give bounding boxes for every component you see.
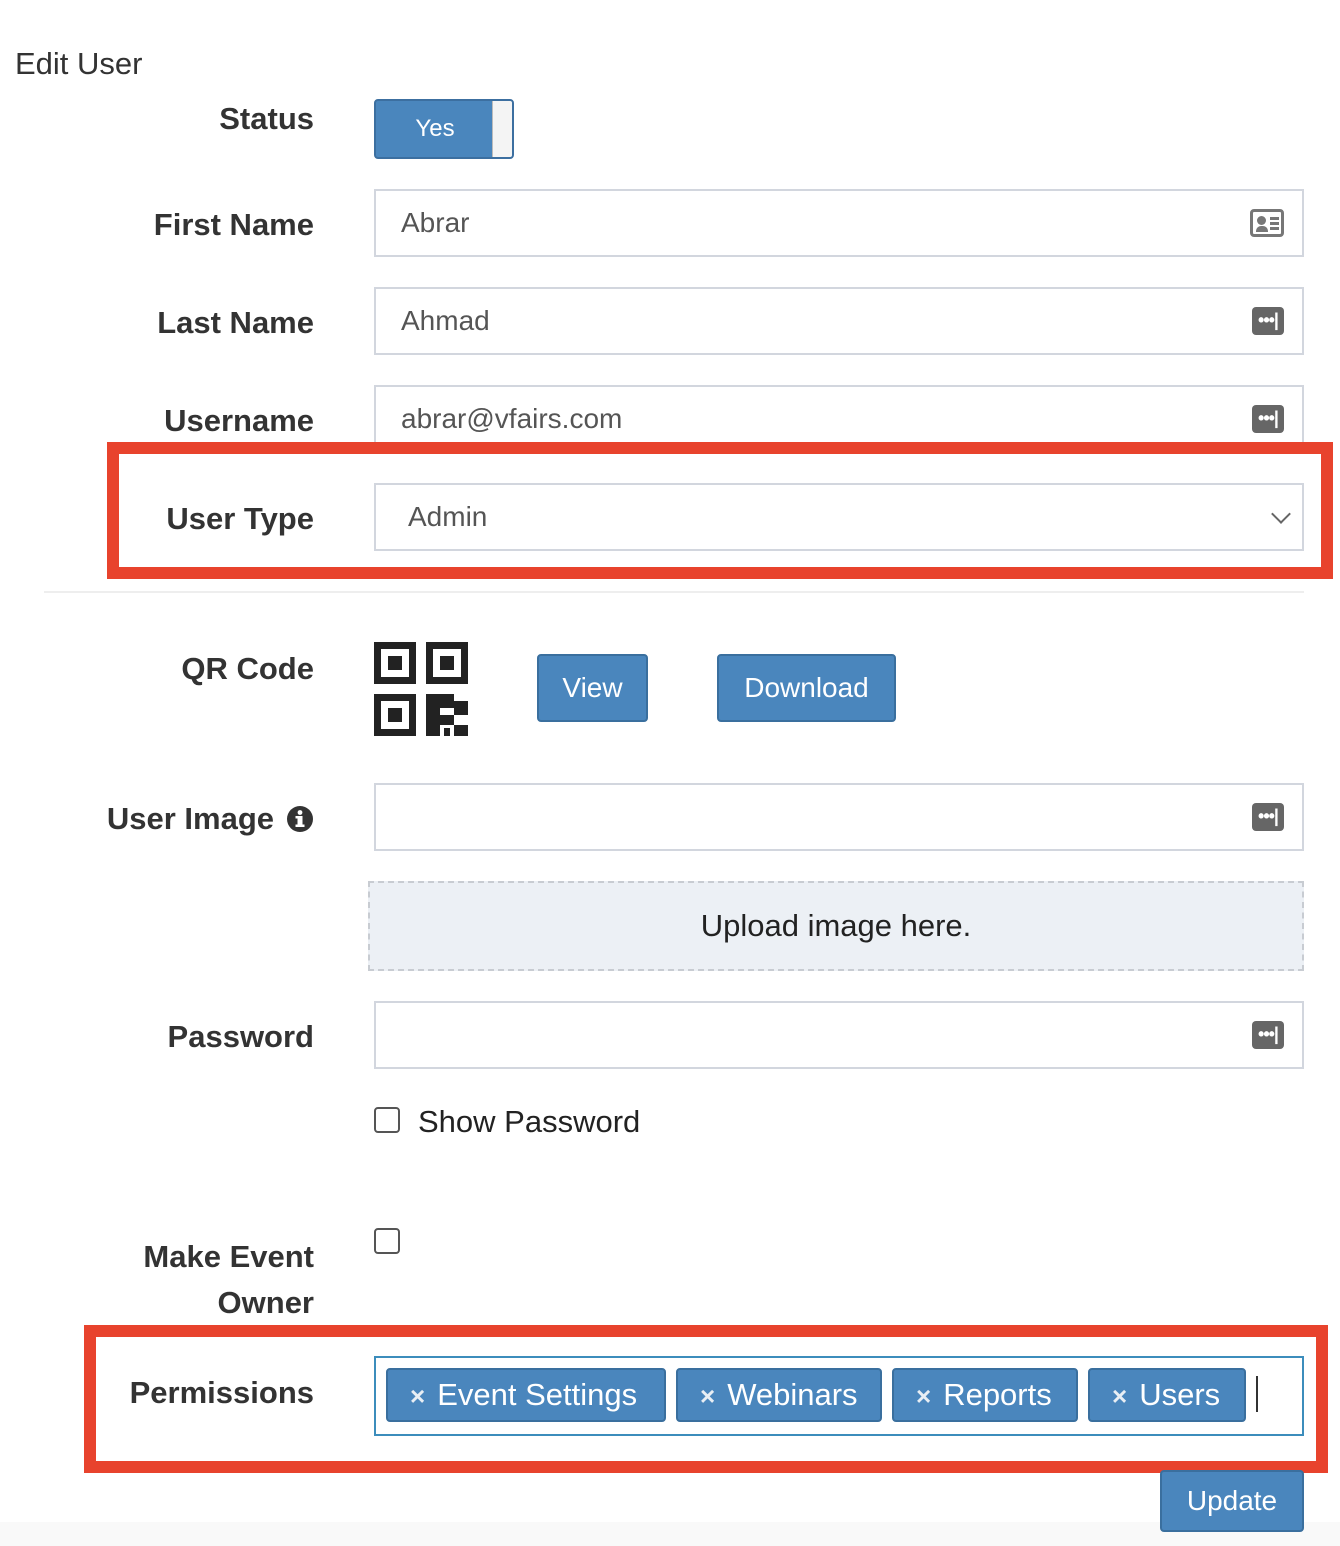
permission-tag-label: Event Settings	[437, 1377, 638, 1412]
ellipsis-icon[interactable]: •••|	[1252, 803, 1284, 831]
status-toggle[interactable]: Yes	[374, 99, 514, 159]
user-type-label: User Type	[166, 501, 314, 536]
last-name-field[interactable]: Ahmad •••|	[374, 287, 1304, 355]
remove-tag-icon[interactable]: ×	[700, 1381, 715, 1411]
permission-tag: × Reports	[892, 1368, 1078, 1422]
remove-tag-icon[interactable]: ×	[916, 1381, 931, 1411]
page-title: Edit User	[15, 46, 143, 81]
update-button[interactable]: Update	[1160, 1470, 1304, 1532]
first-name-value[interactable]: Abrar	[401, 191, 469, 255]
permission-tag-label: Users	[1139, 1377, 1221, 1412]
last-name-value[interactable]: Ahmad	[401, 289, 490, 353]
user-image-label: User Image	[106, 801, 274, 836]
info-circle-icon[interactable]	[286, 805, 314, 833]
make-event-owner-checkbox[interactable]	[374, 1228, 400, 1254]
event-owner-label-line2: Owner	[217, 1285, 314, 1320]
permission-tag: × Users	[1088, 1368, 1246, 1422]
user-type-select[interactable]: Admin	[374, 483, 1304, 551]
password-field[interactable]: •••|	[374, 1001, 1304, 1069]
permission-tag-label: Webinars	[727, 1377, 858, 1412]
footer-shade	[0, 1522, 1340, 1546]
text-caret	[1256, 1376, 1258, 1412]
first-name-label: First Name	[153, 207, 314, 242]
remove-tag-icon[interactable]: ×	[410, 1381, 425, 1411]
password-label: Password	[167, 1019, 314, 1054]
ellipsis-icon[interactable]: •••|	[1252, 405, 1284, 433]
image-upload-dropzone[interactable]: Upload image here.	[368, 881, 1304, 971]
username-field[interactable]: abrar@vfairs.com •••|	[374, 385, 1304, 453]
username-value[interactable]: abrar@vfairs.com	[401, 387, 622, 451]
chevron-down-icon	[1271, 504, 1291, 524]
last-name-label: Last Name	[157, 305, 314, 340]
qr-code-icon	[374, 642, 468, 736]
username-label: Username	[164, 403, 314, 438]
id-card-icon	[1250, 209, 1284, 237]
qr-code-label: QR Code	[181, 651, 314, 686]
download-qr-button[interactable]: Download	[717, 654, 896, 722]
user-image-field[interactable]: •••|	[374, 783, 1304, 851]
view-qr-button[interactable]: View	[537, 654, 648, 722]
status-toggle-handle[interactable]	[492, 101, 512, 157]
status-label: Status	[219, 101, 314, 136]
section-divider	[44, 591, 1304, 593]
ellipsis-icon[interactable]: •••|	[1252, 1021, 1284, 1049]
permission-tag-label: Reports	[943, 1377, 1052, 1412]
event-owner-label-line1: Make Event	[143, 1239, 314, 1274]
edit-user-page: Edit User Status Yes First Name Abrar La…	[0, 0, 1340, 1546]
permission-tag: × Event Settings	[386, 1368, 666, 1422]
permissions-label: Permissions	[129, 1375, 314, 1410]
status-toggle-on-text: Yes	[415, 115, 455, 142]
show-password-label[interactable]: Show Password	[418, 1102, 640, 1142]
first-name-field[interactable]: Abrar	[374, 189, 1304, 257]
ellipsis-icon[interactable]: •••|	[1252, 307, 1284, 335]
remove-tag-icon[interactable]: ×	[1112, 1381, 1127, 1411]
permission-tag: × Webinars	[676, 1368, 882, 1422]
user-type-selected: Admin	[408, 501, 488, 532]
show-password-checkbox[interactable]	[374, 1107, 400, 1133]
permissions-multiselect[interactable]: × Event Settings × Webinars × Reports × User…	[374, 1356, 1304, 1436]
